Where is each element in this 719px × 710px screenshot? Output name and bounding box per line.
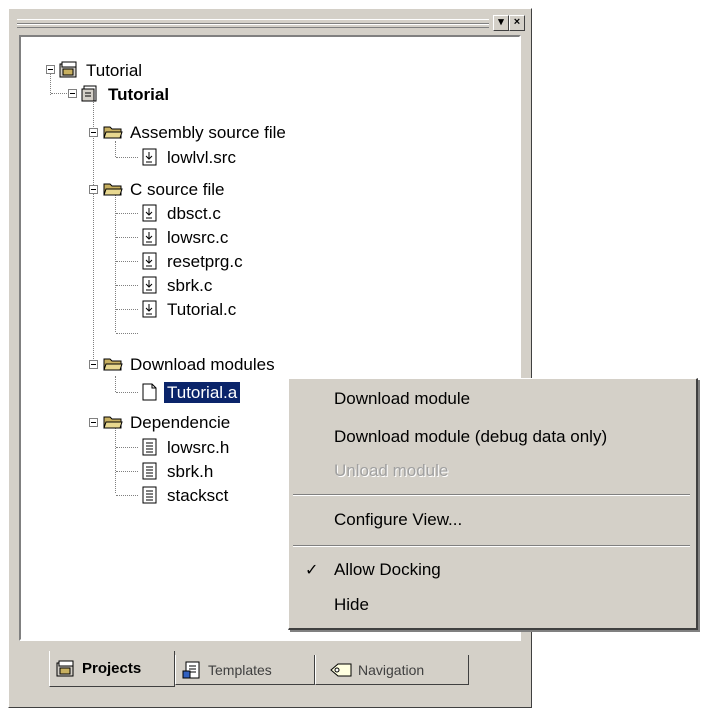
tree-label: Tutorial.c: [167, 299, 237, 319]
tree-file-sbrk-h[interactable]: sbrk.h: [140, 459, 216, 483]
text-file-icon: [142, 462, 157, 480]
tree-file-lowsrc-h[interactable]: lowsrc.h: [140, 435, 232, 459]
tree-root-workspace[interactable]: Tutorial: [59, 58, 145, 82]
download-file-icon: [142, 148, 157, 166]
tree-file-stacksct-h[interactable]: stacksct: [140, 483, 231, 507]
tree-label: sbrk.c: [167, 275, 213, 295]
menu-item-download-debug-only[interactable]: Download module (debug data only): [289, 423, 696, 451]
tree-label: sbrk.h: [167, 461, 214, 481]
tree-folder-assembly[interactable]: Assembly source file: [103, 120, 289, 144]
tree-line: [116, 237, 138, 238]
menu-item-download-module[interactable]: Download module: [289, 385, 696, 413]
menu-item-label: Allow Docking: [334, 560, 441, 579]
menu-item-label: Download module (debug data only): [334, 427, 608, 446]
tree-line: [116, 333, 138, 334]
tree-file-lowlvl-src[interactable]: lowlvl.src: [140, 145, 239, 169]
tree-label: Tutorial: [86, 60, 143, 80]
text-file-icon: [142, 438, 157, 456]
tree-label: lowsrc.c: [167, 227, 229, 247]
tree-label: C source file: [130, 179, 225, 199]
workspace-icon: [59, 61, 77, 78]
tab-label: Templates: [208, 661, 272, 678]
collapse-toggle[interactable]: [89, 418, 98, 427]
tree-line: [116, 392, 138, 393]
tree-file-tutorial-c[interactable]: Tutorial.c: [140, 297, 239, 321]
tree-project[interactable]: Tutorial: [81, 82, 172, 106]
tab-label: Navigation: [358, 661, 425, 678]
collapse-toggle[interactable]: [89, 360, 98, 369]
download-file-icon: [142, 228, 157, 246]
download-file-icon: [142, 300, 157, 318]
text-file-icon: [142, 486, 157, 504]
download-file-icon: [142, 204, 157, 222]
tree-label: Download modules: [130, 354, 275, 374]
folder-open-icon: [103, 126, 123, 139]
tree-folder-c-source[interactable]: C source file: [103, 177, 227, 201]
tree-line: [116, 157, 138, 158]
panel-grip[interactable]: [17, 19, 489, 28]
projects-tab-icon: [56, 660, 74, 676]
tree-line: [116, 285, 138, 286]
tree-label: lowlvl.src: [167, 147, 236, 167]
tab-templates[interactable]: Templates: [175, 655, 315, 685]
menu-item-allow-docking[interactable]: ✓ Allow Docking: [289, 556, 696, 584]
panel-close-button[interactable]: ×: [509, 15, 525, 31]
menu-separator: [293, 494, 690, 496]
check-icon: ✓: [305, 562, 319, 579]
blank-file-icon: [142, 383, 157, 401]
tree-label: Assembly source file: [130, 122, 286, 142]
tree-label: lowsrc.h: [167, 437, 230, 457]
menu-item-label: Download module: [334, 389, 471, 408]
tab-navigation[interactable]: Navigation: [315, 655, 469, 685]
folder-open-icon: [103, 358, 123, 371]
tree-line: [115, 376, 116, 392]
workspace-tabs: Projects Templates Navigation: [19, 649, 521, 699]
collapse-toggle[interactable]: [46, 65, 55, 74]
tree-label: Tutorial.a: [162, 380, 242, 404]
folder-open-icon: [103, 416, 123, 429]
folder-open-icon: [103, 183, 123, 196]
tab-projects[interactable]: Projects: [49, 651, 175, 687]
tree-file-resetprg-c[interactable]: resetprg.c: [140, 249, 246, 273]
tree-file-dbsct-c[interactable]: dbsct.c: [140, 201, 224, 225]
download-file-icon: [142, 252, 157, 270]
download-file-icon: [142, 276, 157, 294]
tree-label: Tutorial: [108, 84, 170, 104]
navigation-tab-icon: [330, 663, 352, 676]
panel-menu-button[interactable]: ▾: [493, 15, 509, 31]
tree-line: [116, 213, 138, 214]
tree-line: [116, 471, 138, 472]
tab-label: Projects: [82, 660, 142, 677]
menu-item-configure-view[interactable]: Configure View...: [289, 506, 696, 534]
tree-file-tutorial-abs[interactable]: Tutorial.a: [140, 380, 242, 404]
tree-line: [116, 309, 138, 310]
menu-separator: [293, 545, 690, 547]
tree-label: resetprg.c: [167, 251, 243, 271]
collapse-toggle[interactable]: [89, 128, 98, 137]
tree-line: [116, 495, 138, 496]
project-icon: [81, 85, 97, 102]
menu-item-label: Hide: [334, 595, 369, 614]
tree-line: [116, 261, 138, 262]
tree-folder-download-modules[interactable]: Download modules: [103, 352, 278, 376]
tree-label: stacksct: [167, 485, 229, 505]
tree-label: Dependencie: [130, 412, 231, 432]
tree-file-sbrk-c[interactable]: sbrk.c: [140, 273, 215, 297]
tree-line: [116, 447, 138, 448]
menu-item-label: Unload module: [334, 461, 449, 480]
menu-item-hide[interactable]: Hide: [289, 591, 696, 619]
context-menu: Download module Download module (debug d…: [288, 378, 698, 630]
collapse-toggle[interactable]: [89, 185, 98, 194]
menu-item-label: Configure View...: [334, 510, 463, 529]
tree-label: dbsct.c: [167, 203, 221, 223]
tree-folder-dependencies[interactable]: Dependencie: [103, 410, 233, 434]
tree-file-lowsrc-c[interactable]: lowsrc.c: [140, 225, 231, 249]
collapse-toggle[interactable]: [68, 89, 77, 98]
menu-item-unload-module: Unload module: [289, 457, 696, 485]
templates-tab-icon: [182, 661, 200, 678]
